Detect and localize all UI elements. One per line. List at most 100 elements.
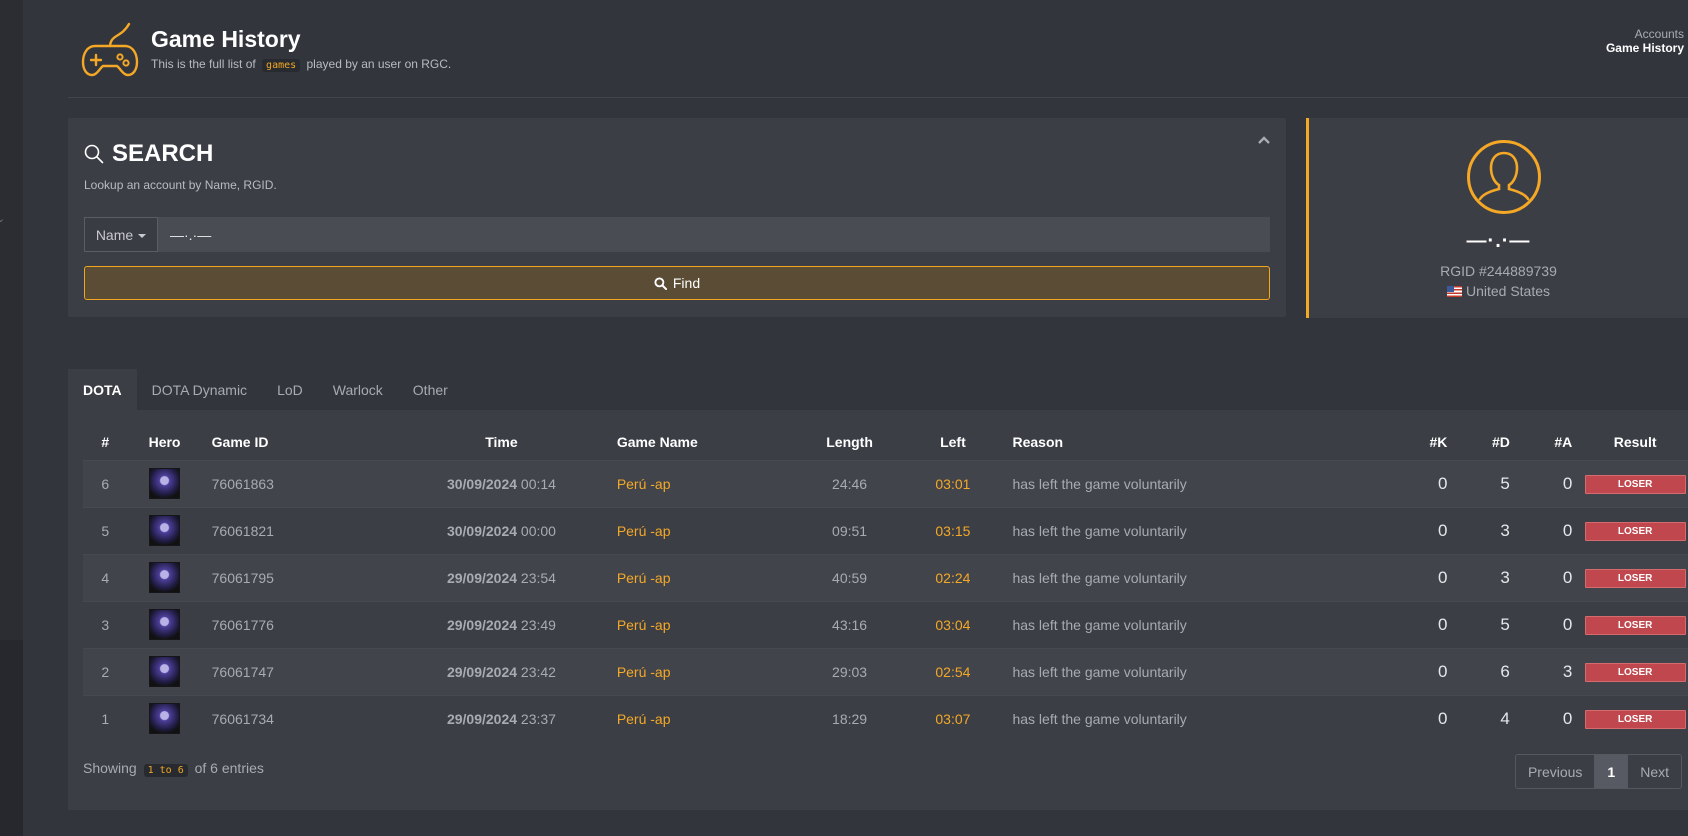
find-button-label: Find	[672, 275, 701, 291]
game-name[interactable]: Perú -ap	[598, 694, 798, 742]
col-left[interactable]: Left	[901, 424, 1004, 460]
hero-portrait-icon[interactable]	[149, 609, 181, 640]
breadcrumb-current: Game History	[1605, 41, 1684, 55]
game-length: 40:59	[797, 553, 902, 601]
find-button[interactable]: Find	[84, 266, 1270, 300]
hero-cell	[127, 647, 202, 695]
chevron-up-icon[interactable]	[1258, 135, 1270, 145]
hero-portrait-icon[interactable]	[149, 515, 181, 546]
gamepad-icon	[81, 22, 139, 77]
leave-reason: has left the game voluntarily	[1004, 600, 1393, 648]
deaths: 5	[1455, 459, 1518, 507]
game-id: 76061734	[201, 694, 405, 742]
previous-page-button[interactable]: Previous	[1516, 755, 1594, 788]
search-icon	[654, 276, 667, 290]
table-row[interactable]: 1 76061734 29/09/2024 23:37 Perú -ap 18:…	[83, 694, 1688, 742]
table-row[interactable]: 2 76061747 29/09/2024 23:42 Perú -ap 29:…	[83, 647, 1688, 695]
table-row[interactable]: 3 76061776 29/09/2024 23:49 Perú -ap 43:…	[83, 600, 1688, 648]
showing-range: 1 to 6	[143, 764, 188, 777]
row-number: 1	[83, 694, 128, 742]
next-page-button[interactable]: Next	[1628, 755, 1681, 788]
page-title: Game History	[151, 26, 301, 52]
result-badge: LOSER	[1584, 615, 1686, 635]
row-number: 6	[83, 459, 128, 507]
result-cell: LOSER	[1580, 553, 1688, 601]
assists: 0	[1517, 506, 1581, 554]
profile-card: —·.·— RGID #244889739 United States	[1306, 118, 1688, 318]
chevron-down-icon[interactable]: ⌄	[0, 212, 5, 225]
kills: 0	[1392, 647, 1456, 695]
game-name[interactable]: Perú -ap	[598, 647, 798, 695]
page-1-button[interactable]: 1	[1594, 755, 1629, 788]
leave-reason: has left the game voluntarily	[1004, 694, 1393, 742]
kills: 0	[1392, 553, 1456, 601]
result-cell: LOSER	[1580, 459, 1688, 507]
game-id: 76061821	[201, 506, 405, 554]
col-length[interactable]: Length	[798, 424, 902, 460]
result-badge: LOSER	[1584, 474, 1686, 494]
hero-portrait-icon[interactable]	[149, 656, 181, 687]
table-row[interactable]: 4 76061795 29/09/2024 23:54 Perú -ap 40:…	[83, 553, 1688, 601]
game-length: 18:29	[797, 694, 902, 742]
col-reason[interactable]: Reason	[1004, 424, 1393, 460]
result-cell: LOSER	[1580, 600, 1688, 648]
col-assists[interactable]: #A	[1518, 424, 1580, 460]
left-time: 03:07	[901, 694, 1005, 742]
hero-cell	[127, 694, 202, 742]
game-date: 30/09/2024	[446, 475, 518, 492]
deaths: 6	[1455, 647, 1518, 695]
col-deaths[interactable]: #D	[1455, 424, 1517, 460]
col-game-id[interactable]: Game ID	[202, 424, 404, 460]
row-number: 5	[83, 506, 128, 554]
breadcrumb-accounts[interactable]: Accounts	[1606, 27, 1684, 41]
games-table-panel: # Hero Game ID Time Game Name Length Lef…	[68, 410, 1688, 810]
kills: 0	[1392, 506, 1456, 554]
profile-country: United States	[1309, 283, 1688, 299]
hero-cell	[127, 459, 202, 507]
user-avatar-icon	[1467, 140, 1541, 214]
game-name[interactable]: Perú -ap	[598, 506, 798, 554]
col-game-name[interactable]: Game Name	[599, 424, 798, 460]
search-field-label: Name	[95, 226, 134, 243]
game-length: 09:51	[797, 506, 902, 554]
table-header-row: # Hero Game ID Time Game Name Length Lef…	[83, 424, 1688, 460]
tab-lod[interactable]: LoD	[262, 369, 318, 410]
assists: 0	[1517, 600, 1581, 648]
search-input[interactable]	[158, 217, 1270, 252]
game-name[interactable]: Perú -ap	[598, 553, 798, 601]
game-id: 76061863	[201, 459, 405, 507]
tab-warlock[interactable]: Warlock	[318, 369, 398, 410]
game-clock: 23:37	[520, 710, 556, 727]
leave-reason: has left the game voluntarily	[1004, 647, 1393, 695]
col-hero[interactable]: Hero	[127, 424, 201, 460]
table-row[interactable]: 5 76061821 30/09/2024 00:00 Perú -ap 09:…	[83, 506, 1688, 554]
hero-portrait-icon[interactable]	[149, 562, 181, 593]
result-badge: LOSER	[1584, 568, 1686, 588]
hero-portrait-icon[interactable]	[149, 703, 181, 735]
game-name[interactable]: Perú -ap	[598, 600, 798, 648]
profile-rgid: RGID #244889739	[1440, 263, 1557, 279]
search-panel: SEARCH Lookup an account by Name, RGID. …	[68, 118, 1286, 317]
hero-portrait-icon[interactable]	[149, 468, 181, 499]
left-time: 02:24	[901, 553, 1005, 601]
tab-other[interactable]: Other	[398, 369, 463, 410]
game-clock: 23:42	[520, 663, 556, 680]
col-result[interactable]: Result	[1580, 424, 1688, 460]
game-id: 76061795	[201, 553, 405, 601]
col-time[interactable]: Time	[404, 424, 599, 460]
result-badge: LOSER	[1584, 662, 1686, 682]
tab-dota-dynamic[interactable]: DOTA Dynamic	[137, 369, 262, 410]
table-row[interactable]: 6 76061863 30/09/2024 00:14 Perú -ap 24:…	[83, 459, 1688, 507]
game-time: 30/09/2024 00:00	[404, 506, 599, 554]
game-name[interactable]: Perú -ap	[598, 459, 798, 507]
result-badge: LOSER	[1584, 521, 1686, 541]
tab-dota[interactable]: DOTA	[68, 369, 137, 410]
left-time: 03:01	[901, 459, 1005, 507]
subtitle-code-tag: games	[262, 59, 301, 72]
col-kills[interactable]: #K	[1393, 424, 1455, 460]
row-number: 2	[83, 647, 128, 695]
search-field-dropdown[interactable]: Name	[84, 217, 158, 252]
game-clock: 23:49	[520, 616, 556, 633]
col-number[interactable]: #	[83, 424, 127, 460]
game-length: 24:46	[797, 459, 902, 507]
